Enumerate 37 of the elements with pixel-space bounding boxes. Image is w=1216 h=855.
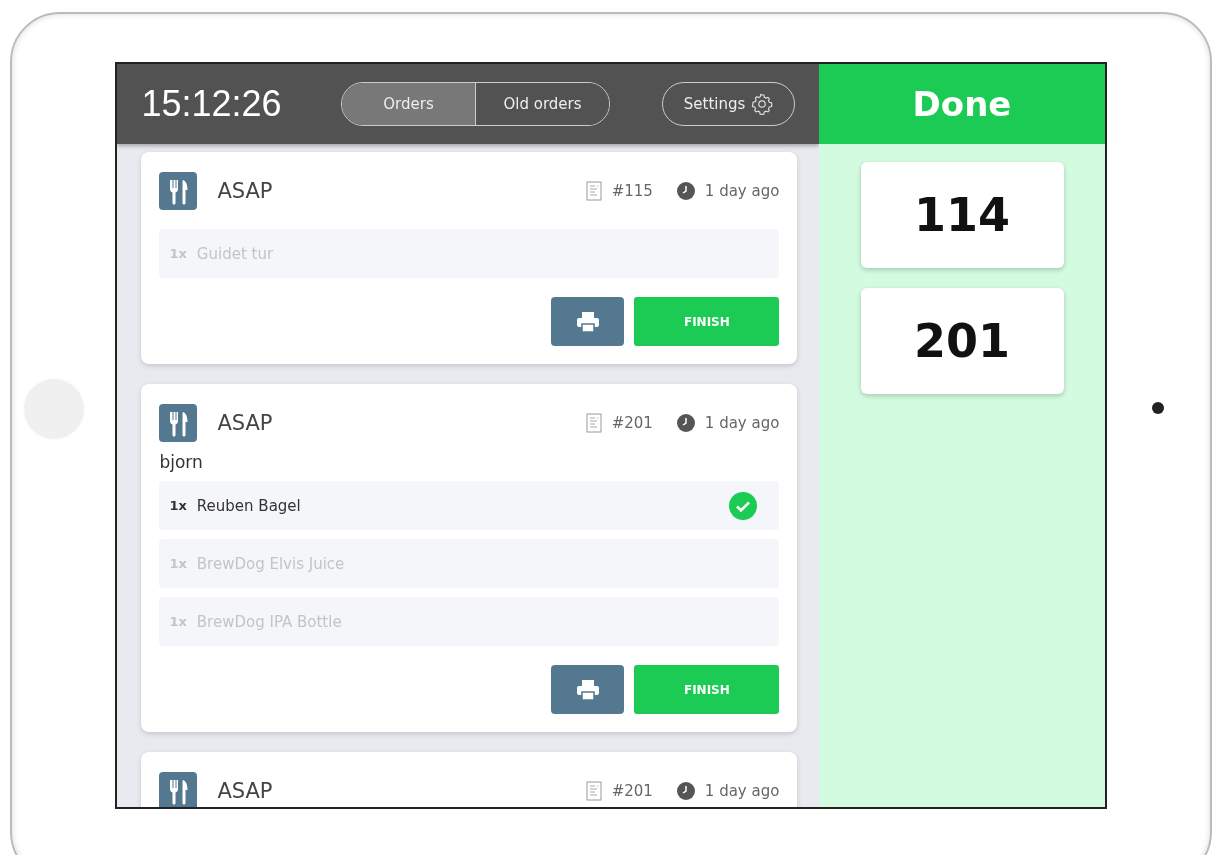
order-number: #201 xyxy=(611,782,653,800)
order-number-card[interactable]: 201 xyxy=(860,288,1064,394)
order-number: #201 xyxy=(611,414,653,432)
order-time: 1 day ago xyxy=(704,182,780,200)
receipt-icon xyxy=(585,781,602,801)
order-number: #115 xyxy=(611,182,653,200)
order-number-card[interactable]: 114 xyxy=(860,162,1064,268)
printer-icon xyxy=(575,310,600,333)
item-name: Reuben Bagel xyxy=(196,496,302,515)
order-title: ASAP xyxy=(217,779,274,803)
finish-button[interactable]: FINISH xyxy=(634,297,780,346)
done-header: Done xyxy=(819,64,1105,144)
customer-name: bjorn xyxy=(159,452,204,472)
order-time: 1 day ago xyxy=(704,782,780,800)
order-title: ASAP xyxy=(217,411,274,435)
tab[interactable]: Orders xyxy=(341,83,476,125)
settings-button[interactable]: Settings xyxy=(661,82,796,126)
receipt-icon xyxy=(585,413,602,433)
clock: 15:12:26 xyxy=(141,83,283,125)
clock-icon xyxy=(676,414,695,432)
order-title: ASAP xyxy=(217,179,274,203)
cutlery-icon xyxy=(159,172,198,210)
finish-button[interactable]: FINISH xyxy=(634,665,780,714)
camera-dot xyxy=(1152,402,1165,414)
tab[interactable]: Old orders xyxy=(475,83,609,125)
clock-icon xyxy=(676,782,695,800)
print-button[interactable] xyxy=(551,665,625,714)
receipt-icon xyxy=(585,181,602,201)
item-quantity: 1x xyxy=(169,498,187,513)
settings-icon xyxy=(751,93,774,115)
printer-icon xyxy=(575,678,600,701)
order-item[interactable]: 1x Reuben Bagel xyxy=(159,481,780,530)
order-time: 1 day ago xyxy=(704,414,780,432)
clock-icon xyxy=(676,182,695,200)
cutlery-icon xyxy=(159,404,198,442)
check-icon xyxy=(729,491,758,520)
print-button[interactable] xyxy=(551,297,625,346)
